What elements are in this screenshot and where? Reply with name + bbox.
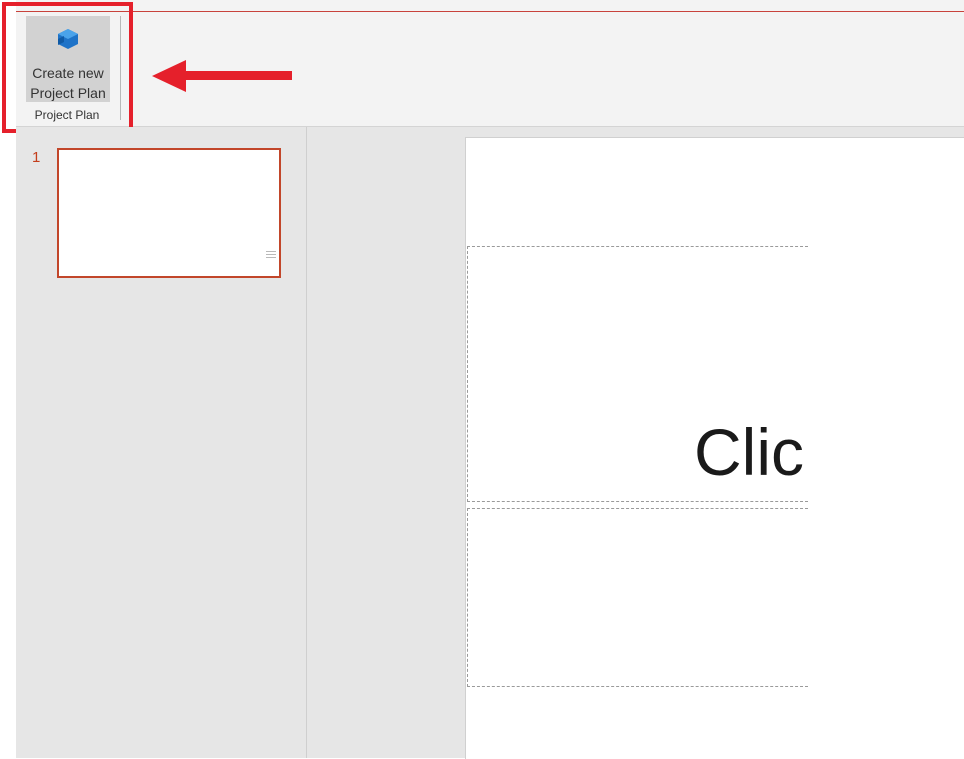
subtitle-placeholder[interactable] [467,508,808,687]
slide-editor-area: Clic [307,127,964,759]
title-placeholder[interactable]: Clic [467,246,808,502]
slide-thumbnail[interactable] [57,148,281,278]
left-arrow-icon [152,60,292,92]
title-placeholder-text: Clic [694,415,804,489]
slide-thumbnail-pane: 1 [16,127,306,758]
ribbon-accent-line [16,11,964,12]
slide-number: 1 [32,149,41,166]
thumbnail-text-lines [266,251,276,260]
highlight-box [2,2,133,133]
